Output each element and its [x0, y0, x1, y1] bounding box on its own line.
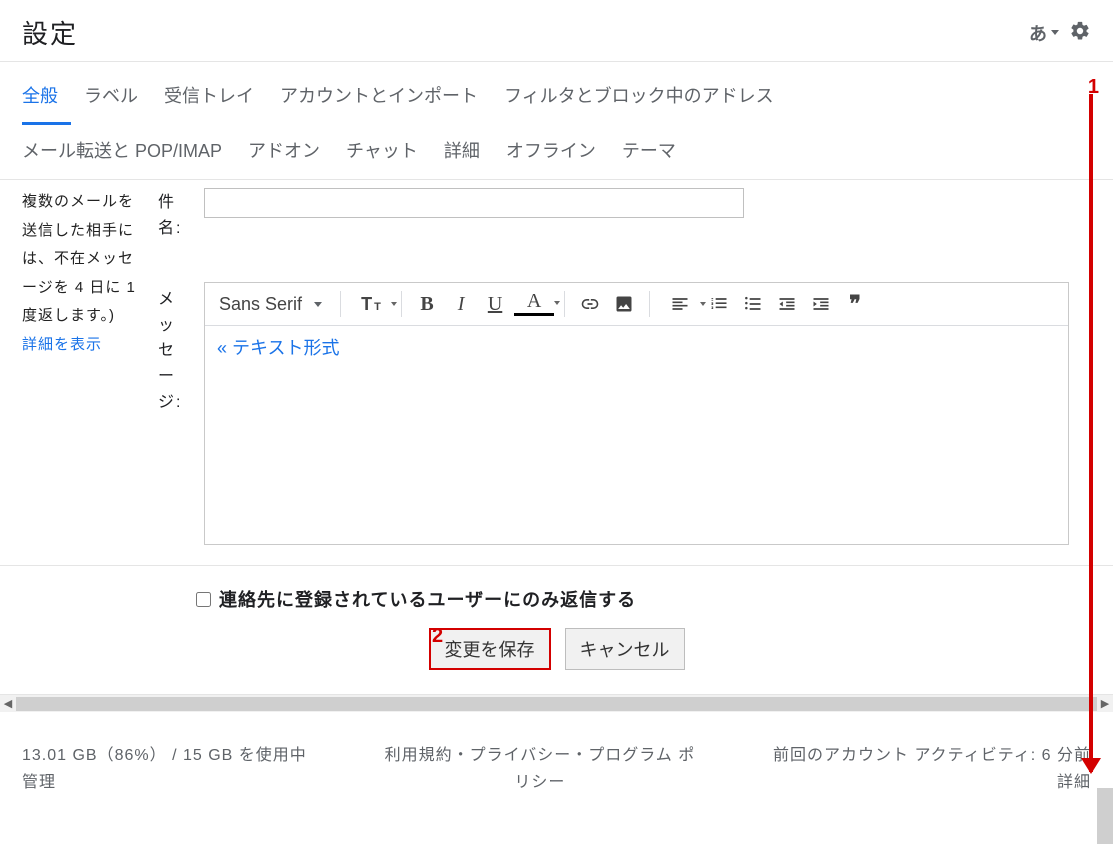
link-icon	[580, 294, 600, 314]
activity-details-link[interactable]: 詳細	[773, 769, 1091, 796]
separator	[564, 291, 565, 317]
outdent-button[interactable]	[772, 289, 802, 319]
annotation-2: 2	[432, 625, 443, 648]
tab-1-1[interactable]: ラベル	[71, 76, 151, 125]
chevron-down-icon	[391, 302, 397, 306]
bulleted-list-button[interactable]	[738, 289, 768, 319]
plain-text-link[interactable]: テキスト形式	[205, 326, 1068, 364]
footer-policies-link[interactable]: 利用規約・プライバシー・プログラム ポ	[307, 742, 773, 769]
align-button[interactable]	[660, 289, 700, 319]
indent-icon	[811, 294, 831, 314]
contacts-only-checkbox[interactable]	[196, 592, 211, 607]
tab-1-2[interactable]: 受信トレイ	[151, 76, 267, 125]
font-size-button[interactable]: TT	[351, 289, 391, 319]
text-color-button[interactable]: A	[514, 292, 554, 316]
tab-2-2[interactable]: チャット	[333, 131, 431, 173]
rich-text-editor: Sans Serif TT B I U A	[204, 282, 1069, 545]
font-family-label: Sans Serif	[219, 294, 302, 315]
tab-2-1[interactable]: アドオン	[235, 131, 333, 173]
numbered-list-button[interactable]	[704, 289, 734, 319]
vacation-note: 複数のメールを送信した相手には、不在メッセージを 4 日に 1 度返します。)	[22, 188, 142, 331]
scroll-left-icon[interactable]: ◀	[0, 697, 16, 710]
tab-1-0[interactable]: 全般	[22, 76, 71, 125]
language-label: あ	[1029, 20, 1047, 46]
message-body-input[interactable]	[205, 364, 1068, 544]
vertical-scrollbar[interactable]	[1097, 788, 1113, 844]
subject-input[interactable]	[204, 188, 744, 218]
tab-2-5[interactable]: テーマ	[609, 131, 689, 173]
scrollbar-track[interactable]	[16, 697, 1097, 711]
horizontal-scrollbar[interactable]: ◀ ▶	[0, 694, 1113, 712]
gear-icon[interactable]	[1069, 20, 1091, 45]
storage-manage-link[interactable]: 管理	[22, 769, 307, 796]
indent-button[interactable]	[806, 289, 836, 319]
tab-2-3[interactable]: 詳細	[431, 131, 493, 173]
chevron-down-icon	[554, 301, 560, 305]
font-family-select[interactable]: Sans Serif	[215, 294, 330, 315]
align-left-icon	[670, 294, 690, 314]
scroll-right-icon[interactable]: ▶	[1097, 697, 1113, 710]
subject-label: 件名:	[158, 190, 192, 241]
quote-icon: ❞	[849, 291, 861, 317]
tab-1-3[interactable]: アカウントとインポート	[267, 76, 491, 125]
contacts-only-label: 連絡先に登録されているユーザーにのみ返信する	[219, 586, 636, 612]
insert-image-button[interactable]	[609, 289, 639, 319]
cancel-button[interactable]: キャンセル	[565, 628, 685, 670]
bulleted-list-icon	[743, 294, 763, 314]
tab-2-0[interactable]: メール転送と POP/IMAP	[22, 131, 235, 173]
learn-more-link[interactable]: 詳細を表示	[22, 331, 142, 360]
insert-link-button[interactable]	[575, 289, 605, 319]
storage-usage-text: 13.01 GB（86%） / 15 GB を使用中	[22, 742, 307, 769]
separator	[340, 291, 341, 317]
bold-button[interactable]: B	[412, 289, 442, 319]
separator	[649, 291, 650, 317]
editor-toolbar: Sans Serif TT B I U A	[205, 283, 1068, 326]
separator	[401, 291, 402, 317]
outdent-icon	[777, 294, 797, 314]
font-size-icon: TT	[361, 294, 381, 315]
save-button[interactable]: 変更を保存	[429, 628, 551, 670]
image-icon	[614, 294, 634, 314]
message-label: メッセージ:	[158, 287, 192, 415]
input-language-switch[interactable]: あ	[1029, 20, 1059, 46]
chevron-down-icon	[314, 302, 322, 307]
blockquote-button[interactable]: ❞	[840, 289, 870, 319]
underline-button[interactable]: U	[480, 289, 510, 319]
tab-1-4[interactable]: フィルタとブロック中のアドレス	[491, 76, 787, 125]
settings-tabs: 全般ラベル受信トレイアカウントとインポートフィルタとブロック中のアドレス メール…	[0, 62, 1113, 180]
last-activity-text: 前回のアカウント アクティビティ: 6 分前	[773, 742, 1091, 769]
numbered-list-icon	[709, 294, 729, 314]
annotation-arrow	[1089, 94, 1093, 772]
tab-2-4[interactable]: オフライン	[493, 131, 609, 173]
page-title: 設定	[22, 14, 78, 51]
italic-button[interactable]: I	[446, 289, 476, 319]
chevron-down-icon	[1051, 30, 1059, 35]
footer-policies-link-2[interactable]: リシー	[307, 769, 773, 796]
